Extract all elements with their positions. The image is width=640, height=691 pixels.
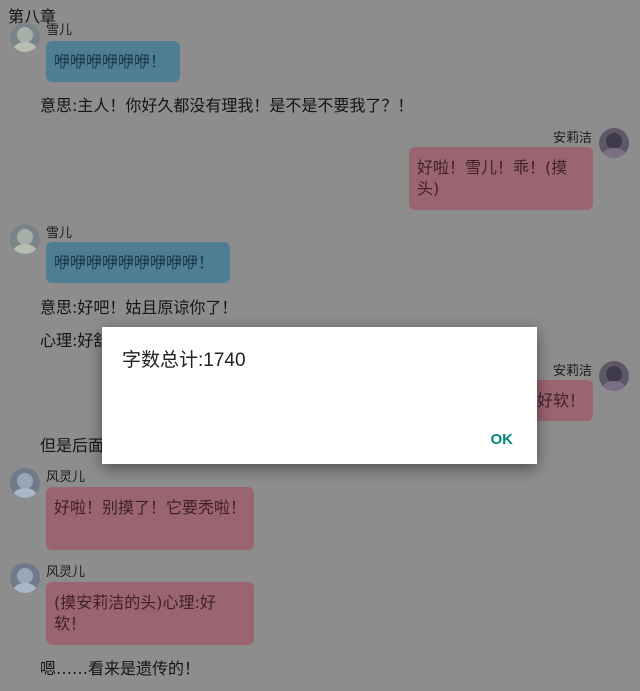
avatar-fenglinger-icon [10,563,40,593]
message-text: 嗯……看来是遗传的！ [40,659,201,678]
word-count-dialog: 字数总计:1740 OK [102,327,537,464]
avatar-xueer-icon [10,224,40,254]
speaker-name: 安莉洁 [553,131,593,146]
message-text: 但是后面 [40,436,105,455]
avatar-anlijie-icon [599,128,629,158]
avatar-xueer[interactable] [10,224,40,254]
dialog-title: 字数总计:1740 [122,350,246,371]
avatar-anlijie[interactable] [599,361,629,391]
speaker-name: 雪儿 [46,226,73,241]
speaker-name: 风灵儿 [46,470,86,485]
message-bubble[interactable]: 好啦！别摸了！它要秃啦！ [46,487,254,550]
speaker-name: 风灵儿 [46,565,86,580]
message-text: 意思:好吧！姑且原谅你了！ [40,298,238,317]
message-bubble[interactable]: (摸安莉洁的头)心理:好软！ [46,582,254,645]
message-bubble[interactable]: 好啦！雪儿！乖！(摸头) [409,147,593,210]
message-bubble[interactable]: 咿咿咿咿咿咿咿咿咿！ [46,242,230,283]
message-bubble[interactable]: 咿咿咿咿咿咿！ [46,41,180,82]
avatar-fenglinger[interactable] [10,563,40,593]
message-text: 心理:好舒 [40,331,110,350]
message-bubble-text: 好软！ [537,391,586,410]
ok-button[interactable]: OK [491,431,514,448]
message-text: 意思:主人！你好久都没有理我！是不是不要我了？！ [40,96,414,115]
avatar-anlijie[interactable] [599,128,629,158]
avatar-anlijie-icon [599,361,629,391]
avatar-fenglinger[interactable] [10,468,40,498]
speaker-name: 雪儿 [46,23,73,38]
avatar-fenglinger-icon [10,468,40,498]
avatar-xueer-icon [10,22,40,52]
avatar-xueer[interactable] [10,22,40,52]
speaker-name: 安莉洁 [553,364,593,379]
